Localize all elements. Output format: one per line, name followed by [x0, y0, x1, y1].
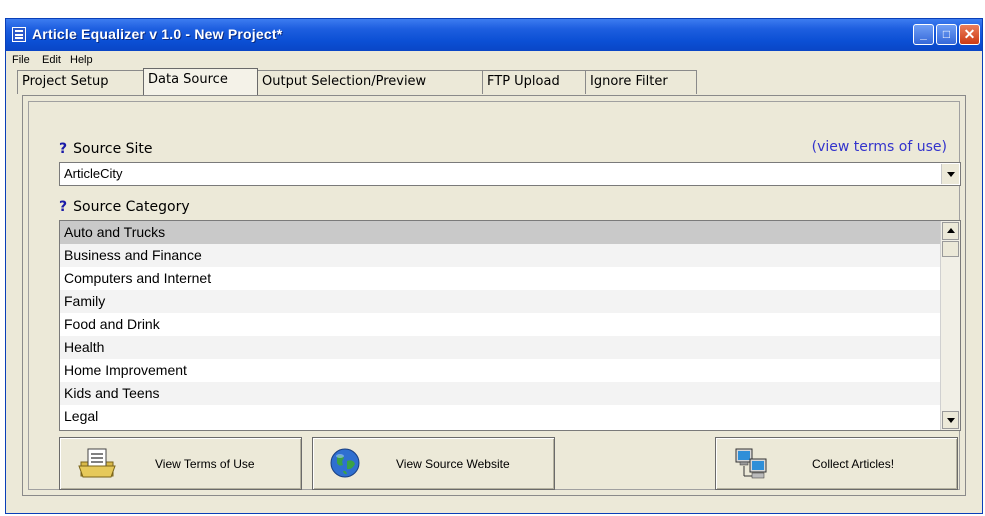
- document-folder-icon: [78, 448, 116, 478]
- app-icon: [12, 27, 26, 42]
- chevron-down-icon[interactable]: [941, 164, 959, 184]
- list-scrollbar[interactable]: [940, 221, 960, 430]
- collect-articles-button-label: Collect Articles!: [812, 457, 895, 471]
- close-button[interactable]: ✕: [959, 24, 980, 45]
- view-terms-link[interactable]: (view terms of use): [812, 139, 947, 155]
- menu-help[interactable]: Help: [70, 54, 93, 66]
- question-mark-icon[interactable]: ?: [59, 141, 67, 157]
- tab-project-setup[interactable]: Project Setup: [17, 70, 144, 94]
- computer-network-icon: [735, 448, 767, 479]
- source-category-list[interactable]: Auto and Trucks Business and Finance Com…: [59, 220, 961, 431]
- window-title: Article Equalizer v 1.0 - New Project*: [32, 26, 283, 42]
- minimize-button[interactable]: _: [913, 24, 934, 45]
- list-item[interactable]: Food and Drink: [60, 313, 940, 336]
- view-terms-button[interactable]: View Terms of Use: [59, 437, 302, 490]
- list-item[interactable]: Health: [60, 336, 940, 359]
- list-item[interactable]: Auto and Trucks: [60, 221, 940, 244]
- menu-file[interactable]: File: [12, 54, 30, 66]
- source-site-value: ArticleCity: [64, 166, 123, 181]
- view-source-website-button[interactable]: View Source Website: [312, 437, 555, 490]
- data-source-panel: ? Source Site (view terms of use) Article…: [22, 95, 966, 496]
- list-item[interactable]: Kids and Teens: [60, 382, 940, 405]
- list-item[interactable]: Home Improvement: [60, 359, 940, 382]
- list-item[interactable]: Business and Finance: [60, 244, 940, 267]
- scroll-up-arrow-icon[interactable]: [942, 222, 959, 240]
- list-item[interactable]: Legal: [60, 405, 940, 428]
- source-site-select[interactable]: ArticleCity: [59, 162, 961, 186]
- scroll-down-arrow-icon[interactable]: [942, 411, 959, 429]
- tab-output-selection-preview[interactable]: Output Selection/Preview: [257, 70, 483, 94]
- menu-edit[interactable]: Edit: [42, 54, 61, 66]
- data-source-group: ? Source Site (view terms of use) Article…: [28, 101, 961, 490]
- list-item[interactable]: Computers and Internet: [60, 267, 940, 290]
- globe-icon: [330, 448, 360, 478]
- tab-data-source[interactable]: Data Source: [143, 68, 258, 95]
- scroll-thumb[interactable]: [942, 241, 959, 257]
- tab-ignore-filter[interactable]: Ignore Filter: [585, 70, 697, 94]
- list-item[interactable]: Family: [60, 290, 940, 313]
- collect-articles-button[interactable]: Collect Articles!: [715, 437, 958, 490]
- question-mark-icon[interactable]: ?: [59, 199, 67, 215]
- view-terms-button-label: View Terms of Use: [155, 457, 255, 471]
- tab-ftp-upload[interactable]: FTP Upload: [482, 70, 586, 94]
- title-bar[interactable]: Article Equalizer v 1.0 - New Project* _…: [6, 19, 982, 51]
- maximize-button[interactable]: □: [936, 24, 957, 45]
- view-source-button-label: View Source Website: [396, 457, 510, 471]
- source-category-label: ? Source Category: [59, 199, 190, 215]
- source-site-label: ? Source Site: [59, 141, 153, 157]
